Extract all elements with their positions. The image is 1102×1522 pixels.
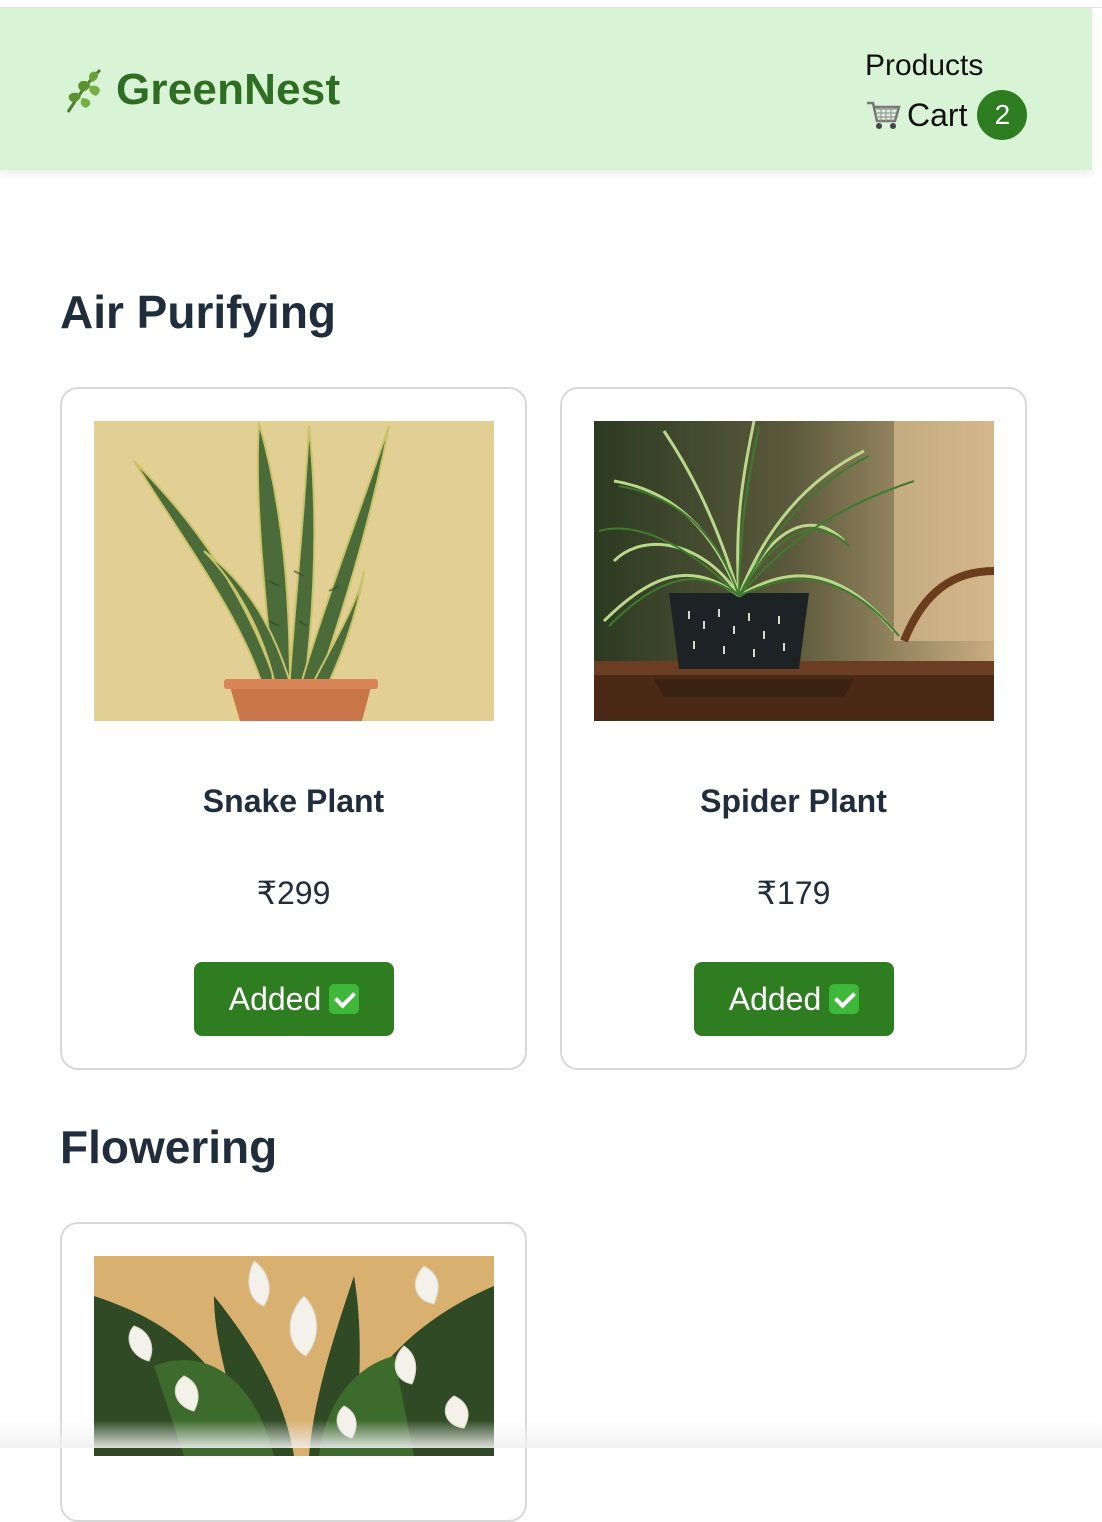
- added-button-label: Added: [228, 980, 322, 1017]
- spider-plant-photo: [594, 421, 994, 721]
- site-header: GreenNest Products Cart 2: [0, 8, 1092, 170]
- added-to-cart-button[interactable]: Added: [694, 962, 894, 1036]
- product-name: Spider Plant: [700, 783, 887, 819]
- cart-label: Cart: [907, 96, 968, 133]
- section-title-flowering: Flowering: [60, 1121, 278, 1173]
- shopping-cart-icon: [867, 101, 901, 129]
- added-to-cart-button[interactable]: Added: [194, 962, 394, 1036]
- product-card-snake-plant: Snake Plant ₹299 Added: [60, 387, 527, 1070]
- product-price: ₹179: [756, 875, 831, 911]
- cart-count-badge: 2: [977, 90, 1028, 140]
- check-mark-icon: [329, 984, 360, 1014]
- herb-leaf-icon: [66, 68, 102, 113]
- check-mark-icon: [829, 984, 860, 1014]
- brand-name: GreenNest: [116, 65, 341, 114]
- product-price: ₹299: [256, 875, 331, 911]
- snake-plant-photo: [94, 421, 494, 721]
- nav-link-cart[interactable]: Cart 2: [865, 90, 1028, 140]
- product-card-peace-lily: [60, 1222, 527, 1522]
- main-nav: Products Cart 2: [865, 48, 1028, 140]
- section-title-air-purifying: Air Purifying: [60, 286, 337, 338]
- nav-link-products[interactable]: Products: [865, 48, 1027, 84]
- brand-logo[interactable]: GreenNest: [60, 64, 340, 116]
- product-card-spider-plant: Spider Plant ₹179 Added: [560, 387, 1027, 1070]
- added-button-label: Added: [728, 980, 822, 1017]
- window-top-edge: [0, 0, 1102, 8]
- bottom-fade: [0, 1420, 1102, 1448]
- product-name: Snake Plant: [202, 783, 385, 819]
